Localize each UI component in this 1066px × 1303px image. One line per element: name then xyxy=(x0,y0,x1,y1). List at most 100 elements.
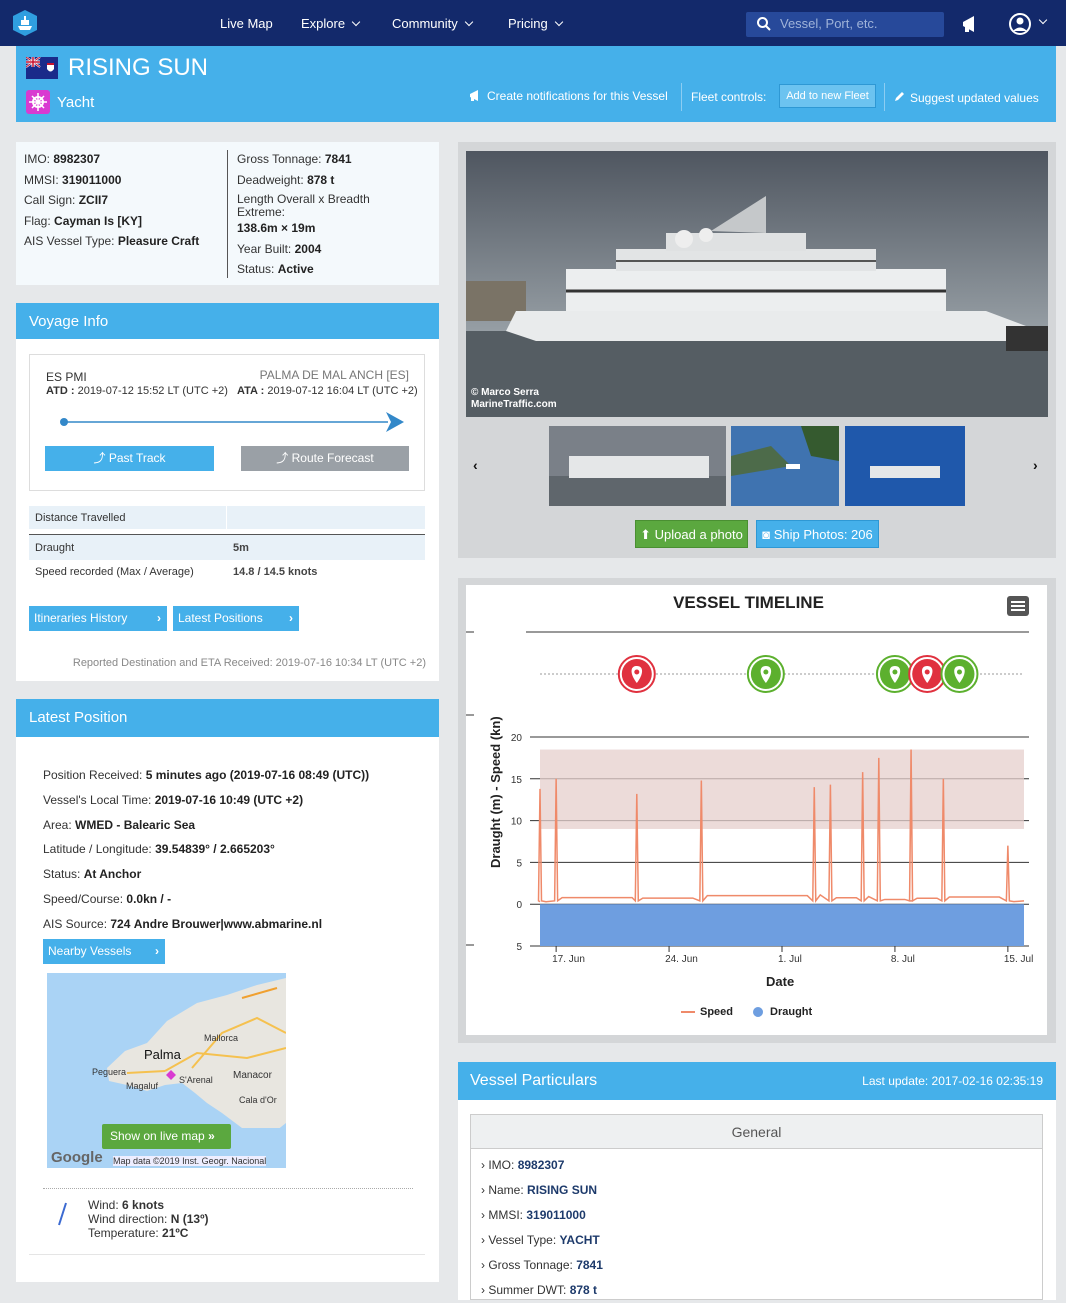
summary-ais-type-label: AIS Vessel Type: xyxy=(24,234,115,248)
summary-flag: Flag: Cayman Is [KY] xyxy=(24,211,199,232)
y-tick-label: 10 xyxy=(511,817,523,828)
chevron-down-icon xyxy=(464,17,473,26)
upload-photo-button[interactable]: ⬆ Upload a photo xyxy=(635,520,748,548)
local-time-label: Vessel's Local Time: xyxy=(43,792,152,807)
wind-label: Wind: xyxy=(88,1198,119,1212)
position-row: Area: WMED - Balearic Sea xyxy=(43,813,369,838)
divider xyxy=(227,150,228,278)
particular-imo-value: 8982307 xyxy=(517,1158,565,1172)
wind-value: 6 knots xyxy=(122,1198,165,1212)
show-map-label: Show on live map xyxy=(110,1129,205,1143)
chevron-down-icon xyxy=(351,17,361,26)
latest-positions-button[interactable]: Latest Positions › xyxy=(173,606,299,631)
distance-value xyxy=(227,506,233,529)
summary-mmsi-value: 319011000 xyxy=(62,172,122,187)
reported-destination: Reported Destination and ETA Received: 2… xyxy=(72,657,426,669)
arrival-port[interactable]: PALMA DE MAL ANCH [ES] xyxy=(260,368,409,382)
departure-port[interactable]: ES PMI xyxy=(46,370,87,384)
speed-range-band xyxy=(540,749,1024,829)
draught-value: 5m xyxy=(233,542,249,554)
y-tick-label: 5 xyxy=(516,858,522,869)
weather-info: Wind: 6 knots Wind direction: N (13º) Te… xyxy=(88,1198,208,1240)
position-details: Position Received: 5 minutes ago (2019-0… xyxy=(43,763,369,937)
yacht-type-icon xyxy=(26,90,50,114)
marinetraffic-logo-icon[interactable] xyxy=(10,8,40,38)
local-time-value: 2019-07-16 10:49 (UTC +2) xyxy=(154,792,304,807)
photo-thumbnail[interactable] xyxy=(549,426,726,506)
x-axis-label: Date xyxy=(766,974,795,989)
route-forecast-button[interactable]: ⤴ Route Forecast xyxy=(241,446,409,471)
general-section-title[interactable]: General xyxy=(471,1115,1042,1149)
summary-mmsi: MMSI: 319011000 xyxy=(24,170,199,191)
particular-row: › IMO: 8982307 xyxy=(471,1153,1042,1178)
nav-status-value: At Anchor xyxy=(83,867,142,882)
divider xyxy=(884,83,885,111)
next-photo-icon[interactable]: › xyxy=(1033,457,1038,473)
search-icon xyxy=(757,17,771,31)
main-vessel-photo[interactable]: © Marco Serra MarineTraffic.com xyxy=(466,151,1048,417)
timeline-chart: VESSEL TIMELINE 20 15 10 5 0 5 17. Jun 24. Jun 1… xyxy=(466,585,1047,1035)
position-row: Vessel's Local Time: 2019-07-16 10:49 (U… xyxy=(43,788,369,813)
chevron-down-icon[interactable] xyxy=(1038,15,1048,25)
divider xyxy=(29,1254,425,1255)
speed-course-value: 0.0kn / - xyxy=(126,891,172,906)
itineraries-history-button[interactable]: Itineraries History › xyxy=(29,606,167,631)
legend-speed-swatch xyxy=(681,1011,695,1013)
particulars-last-update: Last update: 2017-02-16 02:35:19 xyxy=(862,1074,1043,1088)
top-nav: Live Map Explore Community Pricing Vesse… xyxy=(0,0,1066,46)
position-map[interactable]: Mallorca Palma Peguera S'Arenal Manacor … xyxy=(47,973,286,1168)
map-label-palma: Palma xyxy=(144,1047,181,1062)
vessel-header: RISING SUN Yacht Create notifications fo… xyxy=(16,46,1056,122)
x-tick-label: 15. Jul xyxy=(1004,954,1033,965)
megaphone-icon[interactable] xyxy=(960,13,982,35)
draught-label: Draught xyxy=(35,542,75,554)
search-input[interactable]: Vessel, Port, etc. xyxy=(746,12,944,37)
chevron-right-icon: › xyxy=(289,611,293,625)
fleet-controls-label: Fleet controls: xyxy=(691,90,767,104)
nav-live-map[interactable]: Live Map xyxy=(220,16,273,31)
past-track-button[interactable]: ⤴ Past Track xyxy=(45,446,214,471)
summary-status: Status: Active xyxy=(237,259,370,280)
summary-flag-value: Cayman Is [KY] xyxy=(54,213,143,228)
summary-year: Year Built: 2004 xyxy=(237,239,370,260)
route-forecast-label: Route Forecast xyxy=(291,451,374,465)
y-tick-label: 0 xyxy=(516,900,522,911)
y-tick-label: 15 xyxy=(511,775,523,786)
particular-imo-label: IMO: xyxy=(488,1158,515,1172)
ship-photos-button[interactable]: ◙ Ship Photos: 206 xyxy=(756,520,879,548)
chart-legend: Speed Draught xyxy=(681,1006,812,1018)
upload-label: Upload a photo xyxy=(654,527,743,542)
suggest-values-link[interactable]: Suggest updated values xyxy=(910,91,1039,105)
ais-station-link[interactable]: 724 xyxy=(110,917,130,931)
show-on-live-map-button[interactable]: Show on live map » xyxy=(102,1124,231,1149)
atd-label: ATD : xyxy=(46,385,75,397)
nearby-vessels-button[interactable]: Nearby Vessels › xyxy=(43,939,165,964)
summary-dwt: Deadweight: 878 t xyxy=(237,170,370,191)
dwt-value: 878 t xyxy=(307,172,335,187)
photo-thumbnail[interactable] xyxy=(845,426,965,506)
nav-pricing[interactable]: Pricing xyxy=(508,16,563,31)
user-account-icon[interactable] xyxy=(1008,12,1032,36)
legend-speed[interactable]: Speed xyxy=(700,1006,733,1018)
cayman-flag-icon xyxy=(26,57,58,79)
lat-lon-link[interactable]: 39.54839° / 2.665203° xyxy=(155,842,275,856)
x-tick-label: 1. Jul xyxy=(778,954,802,965)
nav-explore[interactable]: Explore xyxy=(301,16,361,31)
photo-thumbnail[interactable] xyxy=(731,426,839,506)
photo-card: © Marco Serra MarineTraffic.com ‹ › ⬆ Up… xyxy=(458,142,1056,558)
particular-name-value: RISING SUN xyxy=(527,1183,598,1197)
ship-photos-label: Ship Photos: 206 xyxy=(773,527,873,542)
create-notifications-link[interactable]: Create notifications for this Vessel xyxy=(487,89,668,103)
add-to-new-fleet-button[interactable]: Add to new Fleet xyxy=(779,84,876,108)
legend-draught[interactable]: Draught xyxy=(770,1006,812,1018)
voyage-stats-table: Distance Travelled Draught 5m Speed reco… xyxy=(29,506,425,591)
megaphone-icon xyxy=(470,90,478,101)
voyage-route-box: ES PMI PALMA DE MAL ANCH [ES] ATD : 2019… xyxy=(29,354,425,491)
particular-row: › Name: RISING SUN xyxy=(471,1178,1042,1203)
gross-label: Gross Tonnage: xyxy=(237,152,322,166)
table-row: Draught 5m xyxy=(29,534,425,560)
particular-name-label: Name: xyxy=(488,1183,524,1197)
ata: ATA : 2019-07-12 16:04 LT (UTC +2) xyxy=(237,385,418,397)
previous-photo-icon[interactable]: ‹ xyxy=(473,457,478,473)
nav-community[interactable]: Community xyxy=(392,16,473,31)
